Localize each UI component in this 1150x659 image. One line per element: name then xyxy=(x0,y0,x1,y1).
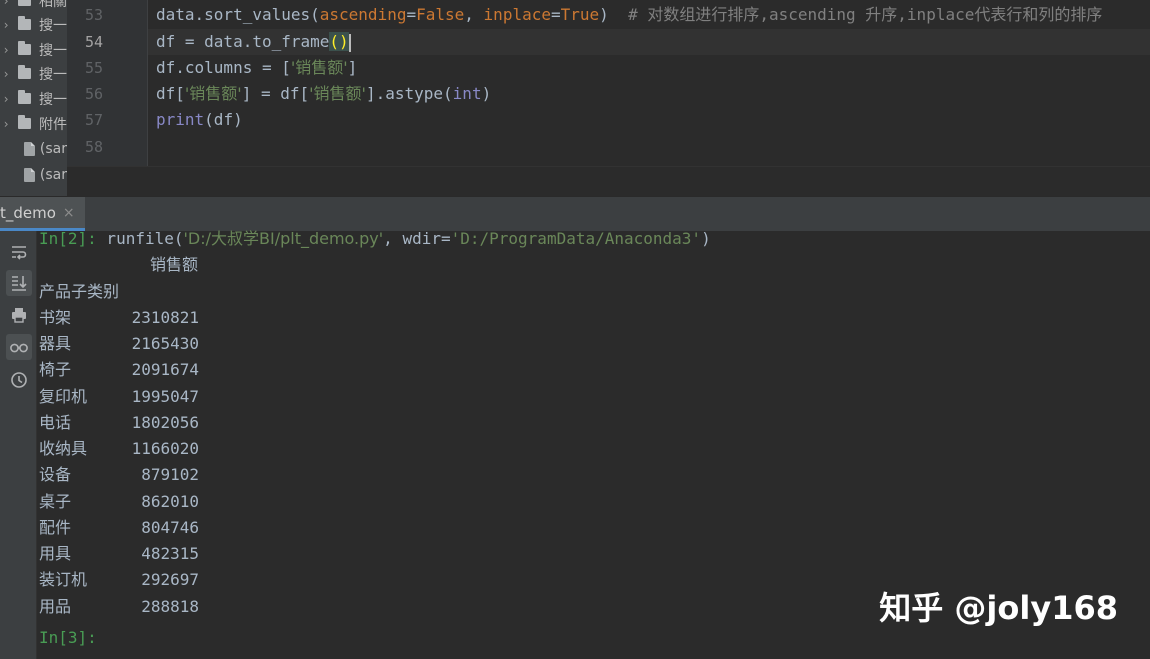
text-caret xyxy=(348,33,351,52)
code-comment: # 对数组进行排序,ascending 升序,inplace代表行和列的排序 xyxy=(628,5,1103,24)
output-row: 配件 804746 xyxy=(39,518,199,537)
folder-icon xyxy=(18,90,31,104)
folder-icon xyxy=(18,0,31,6)
console-prompt: In[2]: xyxy=(39,229,97,248)
line-number: 57 xyxy=(84,111,103,129)
glasses-icon xyxy=(10,343,28,353)
output-row: 装订机 292697 xyxy=(39,570,199,589)
tree-item[interactable]: (sar xyxy=(0,162,67,187)
file-icon xyxy=(24,141,35,156)
output-row: 用品 288818 xyxy=(39,597,199,616)
output-row: 收纳具 1166020 xyxy=(39,439,199,458)
output-column-header: 销售额 xyxy=(150,255,199,274)
chevron-right-icon[interactable]: › xyxy=(1,18,11,32)
tree-item[interactable]: › 附件 xyxy=(0,111,67,136)
scroll-to-end-button[interactable] xyxy=(6,270,32,296)
chevron-right-icon[interactable]: › xyxy=(1,43,11,57)
line-number: 55 xyxy=(84,59,103,77)
print-button[interactable] xyxy=(6,302,32,328)
console-input-line: In[2]: runfile('D:/大叔学BI/plt_demo.py', w… xyxy=(39,229,711,248)
console-input-line[interactable]: In[3]: xyxy=(39,625,97,651)
tree-item[interactable]: › 搜一 xyxy=(0,86,67,111)
tree-item[interactable]: › 搜一 xyxy=(0,12,67,37)
soft-wrap-button[interactable] xyxy=(6,239,32,265)
editor-overflow-area xyxy=(67,166,1150,197)
console-prompt: In[3]: xyxy=(39,628,97,647)
folder-icon xyxy=(18,16,31,30)
line-number: 56 xyxy=(84,85,103,103)
matched-parens: () xyxy=(329,32,349,51)
output-row: 设备 879102 xyxy=(39,465,199,484)
tree-item[interactable]: › 搜一 xyxy=(0,37,67,62)
clock-icon xyxy=(11,372,27,388)
tree-item-label: 相關 xyxy=(39,0,67,10)
output-row: 书架 2310821 xyxy=(39,308,199,327)
tree-item-label: (sar xyxy=(39,166,67,183)
variables-view-button[interactable] xyxy=(6,334,32,360)
tree-item-label: 搜一 xyxy=(39,91,67,108)
output-row: 用具 482315 xyxy=(39,544,199,563)
output-row: 器具 2165430 xyxy=(39,334,199,353)
soft-wrap-icon xyxy=(12,246,27,260)
folder-icon xyxy=(18,115,31,129)
tree-item-label: (sar xyxy=(39,140,67,157)
code-line[interactable]: print(df) xyxy=(156,107,243,133)
tree-item[interactable]: (sar xyxy=(0,136,67,161)
folder-icon xyxy=(18,65,31,79)
scroll-to-end-icon xyxy=(12,276,27,291)
output-row: 椅子 2091674 xyxy=(39,360,199,379)
line-number: 54 xyxy=(84,33,103,51)
console-toolbar xyxy=(0,231,37,659)
output-row: 电话 1802056 xyxy=(39,413,199,432)
code-line[interactable]: df = data.to_frame() xyxy=(156,29,351,55)
watermark: 知乎 @joly168 xyxy=(879,589,1118,627)
history-button[interactable] xyxy=(6,367,32,393)
tree-item[interactable]: › 搜一 xyxy=(0,61,67,86)
tree-item-label: 附件 xyxy=(39,116,67,133)
output-row: 复印机 1995047 xyxy=(39,387,199,406)
folder-icon xyxy=(18,41,31,55)
tree-item-label: 搜一 xyxy=(39,17,67,34)
tree-item-label: 搜一 xyxy=(39,66,67,83)
project-tree: › 相關 › 搜一 › 搜一 › 搜一 › 搜一 › 附件 (sar (sar xyxy=(0,0,67,196)
file-icon xyxy=(24,167,35,182)
line-number: 53 xyxy=(84,6,103,24)
chevron-right-icon[interactable]: › xyxy=(1,0,11,8)
output-index-name: 产品子类别 xyxy=(39,282,120,301)
chevron-right-icon[interactable]: › xyxy=(1,67,11,81)
code-line[interactable]: df.columns = ['销售额'] xyxy=(156,55,357,81)
code-line[interactable]: df['销售额'] = df['销售额'].astype(int) xyxy=(156,81,491,107)
output-row: 桌子 862010 xyxy=(39,492,199,511)
chevron-right-icon[interactable]: › xyxy=(1,92,11,106)
tree-item-label: 搜一 xyxy=(39,42,67,59)
close-icon[interactable]: × xyxy=(63,205,75,221)
line-number: 58 xyxy=(84,138,103,156)
chevron-right-icon[interactable]: › xyxy=(1,117,11,131)
console-tab-label: t_demo xyxy=(0,203,56,222)
code-line[interactable]: data.sort_values(ascending=False, inplac… xyxy=(156,2,1102,28)
printer-icon xyxy=(12,308,26,323)
